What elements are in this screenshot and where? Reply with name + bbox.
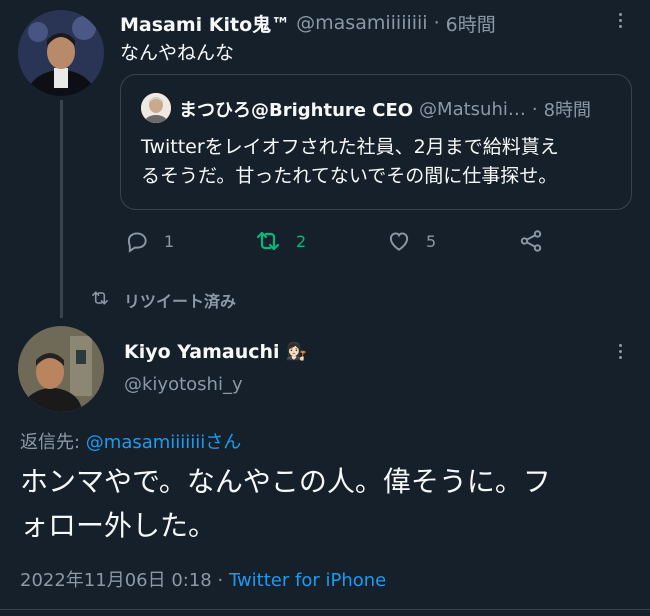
tweet2-text: ホンマやで。なんやこの人。偉そうに。フ ォロー外した。 [20, 460, 551, 548]
tweet1-header: Masami Kito鬼™ @masamiiiiiiii · 6時間 [120, 10, 496, 36]
tweet2-handle[interactable]: @kiyotoshi_y [124, 374, 243, 395]
share-icon[interactable] [518, 228, 544, 258]
tweet2-timestamp[interactable]: 2022年11月06日 0:18 · [20, 570, 229, 591]
tweet1-handle[interactable]: @masamiiiiiiii [296, 12, 427, 34]
reply-icon [124, 228, 150, 254]
retweet-icon [254, 228, 282, 254]
quote-text-line2: るそうだ。甘ったれてないでその間に仕事探せ。 [141, 165, 558, 187]
quote-header: まつひろ@Brighture CEO @Matsuhi… · 8時間 [179, 96, 591, 122]
quote-dot: · [531, 98, 538, 120]
heart-icon [386, 228, 412, 254]
tweet2-more-icon[interactable] [610, 341, 630, 361]
kiyo-avatar[interactable] [18, 326, 104, 412]
quote-text-line1: Twitterをレイオフされた社員、2月まで給料貰え [141, 136, 559, 158]
retweet-notice-icon [90, 289, 110, 311]
tweet1-text: なんやねんな [120, 42, 235, 64]
reply-count: 1 [164, 231, 175, 251]
tweet1-time[interactable]: 6時間 [446, 10, 496, 37]
reply-to-handle[interactable]: @masamiiiiiiiさん [86, 432, 242, 453]
quote-handle[interactable]: @Matsuhi… [419, 99, 526, 120]
retweet-notice-text: リツイート済み [124, 292, 237, 311]
quote-text: Twitterをレイオフされた社員、2月まで給料貰え るそうだ。甘ったれてないで… [141, 133, 559, 191]
tweet2-text-line1: ホンマやで。なんやこの人。偉そうに。フ [20, 465, 551, 498]
reply-to-line: 返信先: @masamiiiiiiiさん [20, 428, 241, 454]
quote-tweet-card[interactable]: まつひろ@Brighture CEO @Matsuhi… · 8時間 Twitt… [120, 74, 632, 210]
quote-author-name[interactable]: まつひろ@Brighture CEO [179, 96, 413, 122]
tweet1-dot: · [433, 12, 440, 34]
tweet1-more-icon[interactable] [610, 10, 630, 30]
tweet2-source[interactable]: Twitter for iPhone [229, 570, 386, 591]
judge-emoji-icon: 👩🏻‍⚖️ [285, 342, 307, 362]
matsuhiro-avatar[interactable] [141, 93, 171, 123]
tweet2-author[interactable]: Kiyo Yamauchi 👩🏻‍⚖️ [124, 341, 307, 363]
thread-connector [60, 100, 63, 318]
tweet2-text-line2: ォロー外した。 [20, 509, 217, 542]
tweet2-author-name[interactable]: Kiyo Yamauchi [124, 341, 280, 363]
masami-avatar[interactable] [18, 10, 104, 96]
tweet2-meta: 2022年11月06日 0:18 · Twitter for iPhone [20, 566, 386, 592]
like-count: 5 [426, 231, 437, 251]
quote-time[interactable]: 8時間 [544, 96, 591, 122]
tweet1-author-name[interactable]: Masami Kito鬼™ [120, 10, 290, 37]
reply-to-prefix: 返信先: [20, 432, 86, 453]
retweet-action[interactable]: 2 [254, 228, 306, 254]
bottom-divider [0, 609, 650, 610]
like-action[interactable]: 5 [386, 228, 436, 254]
reply-action[interactable]: 1 [124, 228, 174, 254]
retweet-count: 2 [296, 231, 307, 251]
retweet-notice: リツイート済み [90, 288, 236, 312]
